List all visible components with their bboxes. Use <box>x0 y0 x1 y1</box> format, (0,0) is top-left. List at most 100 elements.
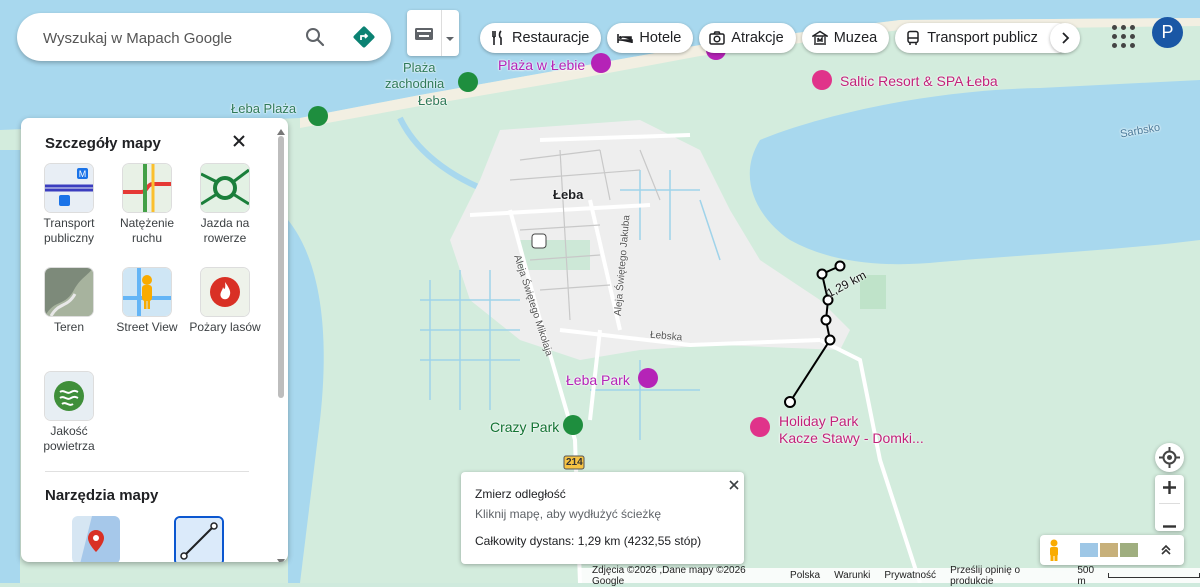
scale-text: 500 m <box>1077 564 1095 587</box>
panel-title: Szczegóły mapy <box>45 135 161 152</box>
chip-label: Muzea <box>833 30 878 46</box>
layer-transit[interactable]: M Transport publiczny <box>31 164 107 246</box>
pegman-icon[interactable] <box>1046 539 1062 566</box>
route-point[interactable] <box>816 268 828 280</box>
footer-bar: Zdjęcia ©2026 ,Dane mapy ©2026 Google Po… <box>578 565 1200 587</box>
directions-icon[interactable] <box>352 25 376 49</box>
scroll-down-icon[interactable] <box>277 552 285 562</box>
road-214-label: 214 <box>566 457 583 468</box>
route-point[interactable] <box>834 260 846 272</box>
input-tools-button[interactable] <box>407 10 459 56</box>
route-point[interactable] <box>824 334 836 346</box>
search-box <box>17 13 391 61</box>
beach-pin-plaza-zachodnia[interactable] <box>458 72 478 92</box>
beach-pin-plaza-w-lebie[interactable] <box>591 53 611 73</box>
street-view-layer-icon <box>123 268 171 316</box>
account-avatar[interactable]: P <box>1152 17 1183 48</box>
route-end-point[interactable] <box>784 396 796 408</box>
terrain-layer-thumb[interactable] <box>1100 543 1118 557</box>
my-location-button[interactable] <box>1155 443 1184 472</box>
hotel-pin-holiday-park[interactable] <box>750 417 770 437</box>
hotel-pin-saltic[interactable] <box>812 70 832 90</box>
camera-icon <box>709 31 726 45</box>
layer-terrain[interactable]: Teren <box>31 268 107 335</box>
air-quality-layer-icon <box>45 372 93 420</box>
park-patch <box>520 240 590 270</box>
chip-label: Restauracje <box>512 30 590 46</box>
scale-bar <box>1108 573 1200 578</box>
measure-total: Całkowity dystans: 1,29 km (4232,55 stóp… <box>475 534 702 548</box>
layer-traffic[interactable]: Natężenie ruchu <box>109 164 185 246</box>
scale-label[interactable]: 500 m <box>1077 565 1200 587</box>
close-icon[interactable] <box>232 134 246 153</box>
map-details-panel: Szczegóły mapy M Transport publiczny Nat… <box>21 118 288 562</box>
zoom-in-button[interactable] <box>1162 480 1177 500</box>
chip-restaurants[interactable]: Restauracje <box>480 23 602 53</box>
zoom-controls <box>1155 475 1184 531</box>
chip-hotels[interactable]: Hotele <box>607 23 694 53</box>
tool-measure-distance[interactable] <box>174 516 224 562</box>
traffic-layer-icon <box>123 164 171 212</box>
country-link[interactable]: Polska <box>790 570 820 581</box>
close-icon[interactable] <box>729 477 739 495</box>
crazy-park-label: Crazy Park <box>490 419 560 435</box>
panel-divider <box>45 471 249 472</box>
measure-distance-card: Zmierz odległość Kliknij mapę, aby wydłu… <box>461 472 744 564</box>
leba-plaza-label: Łeba Plaża <box>231 101 297 116</box>
beach-pin-leba-plaza[interactable] <box>308 106 328 126</box>
chevron-down-icon[interactable] <box>445 29 455 47</box>
bus-icon <box>907 30 919 45</box>
panel-scrollbar[interactable] <box>278 136 284 398</box>
city-label: Łeba <box>553 187 584 202</box>
chip-label: Transport publicz <box>927 30 1038 46</box>
chip-label: Hotele <box>639 30 682 46</box>
chevron-right-icon <box>1062 32 1070 44</box>
feedback-link[interactable]: Prześlij opinię o produkcie <box>950 565 1063 587</box>
zoom-out-button[interactable] <box>1162 515 1177 533</box>
category-chips: Restauracje Hotele Atrakcje Muzea Transp… <box>480 23 1080 55</box>
bus-stop-icon[interactable] <box>531 233 547 249</box>
fork-knife-icon <box>492 30 502 45</box>
keyboard-icon <box>415 27 433 45</box>
plaza-zachodnia-label-1: Plaża <box>403 60 436 75</box>
park-pin-crazy-park[interactable] <box>563 415 583 435</box>
wildfires-layer-icon <box>201 268 249 316</box>
tools-title: Narzędzia mapy <box>45 487 159 504</box>
transit-layer-icon: M <box>45 164 93 212</box>
measure-hint: Kliknij mapę, aby wydłużyć ścieżkę <box>475 507 662 521</box>
scroll-up-icon[interactable] <box>277 122 285 140</box>
divider <box>441 10 442 56</box>
layers-bar <box>1040 535 1184 565</box>
layer-wildfires[interactable]: Pożary lasów <box>187 268 263 335</box>
route-point[interactable] <box>820 314 832 326</box>
chip-museums[interactable]: Muzea <box>801 23 890 53</box>
plaza-w-lebie-label: Plaża w Łebie <box>498 57 586 73</box>
terms-link[interactable]: Warunki <box>834 570 870 581</box>
layer-label: Teren <box>53 320 85 334</box>
expand-icon[interactable] <box>1160 543 1172 561</box>
traffic-layer-thumb[interactable] <box>1120 543 1138 557</box>
lake-sarbsko-edge <box>0 150 20 583</box>
search-input[interactable] <box>41 25 295 51</box>
my-location-icon <box>1159 447 1180 468</box>
attribution: Zdjęcia ©2026 ,Dane mapy ©2026 Google <box>592 564 746 587</box>
tool-location-sharing[interactable] <box>72 516 120 562</box>
chip-attractions[interactable]: Atrakcje <box>699 23 796 53</box>
layer-label: Transport publiczny <box>43 216 95 245</box>
layer-bicycling[interactable]: Jazda na rowerze <box>187 164 263 246</box>
leba-park-label: Łeba Park <box>566 372 630 388</box>
privacy-link[interactable]: Prywatność <box>884 570 936 581</box>
search-icon[interactable] <box>303 25 327 49</box>
satellite-layer-thumb[interactable] <box>1080 543 1098 557</box>
chips-next-button[interactable] <box>1049 23 1080 53</box>
holiday-park-label-1: Holiday Park <box>779 413 859 429</box>
layer-air-quality[interactable]: Jakość powietrza <box>31 372 107 454</box>
park-pin-leba-park[interactable] <box>638 368 658 388</box>
bed-icon <box>617 34 634 43</box>
museum-icon <box>811 30 828 45</box>
layer-street-view[interactable]: Street View <box>109 268 185 335</box>
saltic-label: Saltic Resort & SPA Łeba <box>840 73 998 89</box>
google-apps-button[interactable] <box>1105 18 1135 48</box>
plaza-zachodnia-label-2: zachodnia <box>385 76 445 91</box>
chip-transit[interactable]: Transport publicz <box>895 23 1072 53</box>
